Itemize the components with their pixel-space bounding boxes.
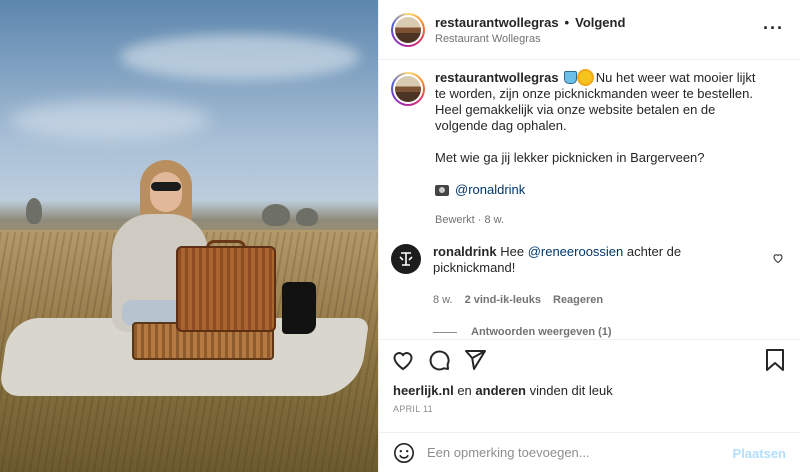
comment-mention-link[interactable]: @reneeroossien bbox=[528, 244, 624, 259]
picnic-basket bbox=[176, 246, 276, 332]
photo-credit-link[interactable]: @ronaldrink bbox=[455, 182, 525, 198]
tree bbox=[262, 204, 290, 226]
sunglasses bbox=[151, 182, 181, 191]
person-face bbox=[150, 172, 182, 212]
tree bbox=[26, 198, 42, 224]
avatar-glyph-icon bbox=[399, 252, 413, 266]
comment-like-heart-icon[interactable] bbox=[772, 252, 784, 264]
location-subtitle[interactable]: Restaurant Wollegras bbox=[435, 33, 625, 45]
comment-time: 8 w. bbox=[433, 294, 453, 306]
separator-dot: • bbox=[564, 14, 570, 30]
heart-icon[interactable] bbox=[391, 348, 415, 372]
comment-icon[interactable] bbox=[427, 348, 451, 372]
likes-summary: heerlijk.nl en anderen vinden dit leuk bbox=[379, 379, 800, 398]
cloud bbox=[10, 100, 210, 140]
post-date[interactable]: APRIL 11 bbox=[379, 398, 800, 414]
share-icon[interactable] bbox=[463, 348, 487, 372]
comment-prefix: Hee bbox=[500, 244, 525, 259]
post-comment-button[interactable]: Plaatsen bbox=[733, 446, 786, 461]
follow-status-button[interactable]: Volgend bbox=[575, 15, 625, 30]
boots bbox=[282, 282, 316, 334]
header-username[interactable]: restaurantwollegras bbox=[435, 15, 559, 30]
comment-likes-count[interactable]: 2 vind-ik-leuks bbox=[465, 292, 541, 308]
post-photo[interactable] bbox=[0, 0, 378, 472]
caption-question: Met wie ga jij lekker picknicken in Barg… bbox=[435, 150, 705, 165]
caption-avatar[interactable] bbox=[391, 72, 425, 106]
emoji-icon[interactable] bbox=[393, 442, 415, 464]
caption: restaurantwollegras Nu het weer wat mooi… bbox=[391, 70, 786, 228]
cloud bbox=[120, 34, 360, 80]
post-header: restaurantwollegras • Volgend Restaurant… bbox=[379, 0, 800, 60]
avatar[interactable] bbox=[391, 12, 425, 47]
likes-middle: en bbox=[457, 383, 472, 398]
comments-section: restaurantwollegras Nu het weer wat mooi… bbox=[379, 60, 800, 339]
action-bar bbox=[379, 339, 800, 379]
cup-emoji-icon bbox=[564, 71, 578, 84]
reply-button[interactable]: Reageren bbox=[553, 292, 603, 308]
caption-meta: Bewerkt · 8 w. bbox=[435, 214, 505, 226]
bookmark-icon[interactable] bbox=[764, 348, 786, 372]
likes-others-link[interactable]: anderen bbox=[475, 383, 526, 398]
avatar-image bbox=[395, 16, 421, 43]
comment-input[interactable] bbox=[427, 445, 717, 460]
add-comment-bar: Plaatsen bbox=[379, 432, 800, 472]
view-replies-button[interactable]: Antwoorden weergeven (1) bbox=[433, 326, 786, 338]
replies-divider bbox=[433, 331, 457, 333]
likes-suffix: vinden dit leuk bbox=[529, 383, 613, 398]
comment-username[interactable]: ronaldrink bbox=[433, 244, 497, 259]
sun-emoji-icon bbox=[579, 71, 593, 84]
more-options-icon[interactable]: ··· bbox=[763, 19, 784, 37]
caption-username[interactable]: restaurantwollegras bbox=[435, 70, 559, 85]
tree bbox=[296, 208, 318, 226]
camera-icon bbox=[435, 184, 449, 196]
view-replies-label: Antwoorden weergeven (1) bbox=[471, 326, 612, 338]
comment-avatar[interactable] bbox=[391, 244, 421, 274]
comment-item: ronaldrink Hee @reneeroossien achter de … bbox=[391, 244, 786, 308]
likes-user-link[interactable]: heerlijk.nl bbox=[393, 383, 454, 398]
instagram-post: restaurantwollegras • Volgend Restaurant… bbox=[0, 0, 800, 472]
post-details-panel: restaurantwollegras • Volgend Restaurant… bbox=[378, 0, 800, 472]
